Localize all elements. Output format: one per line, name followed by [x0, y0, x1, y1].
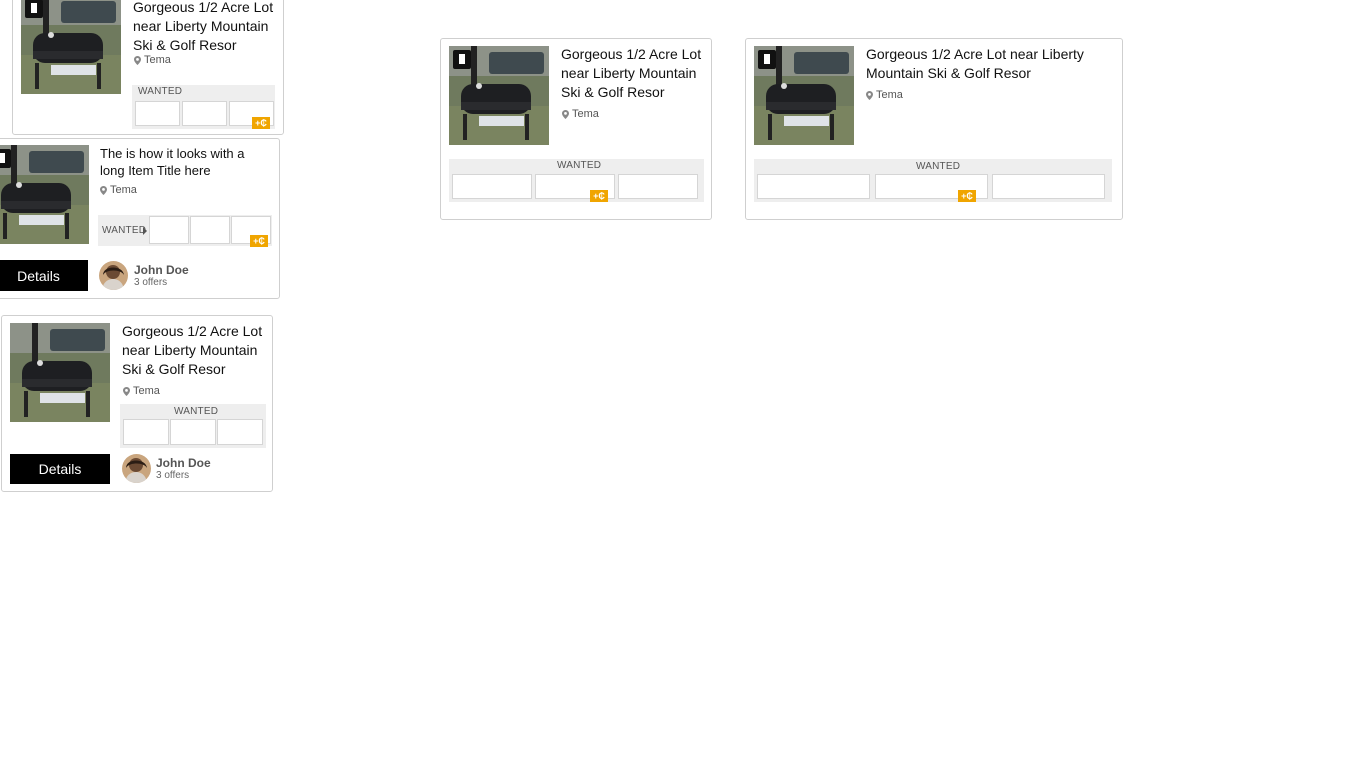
wanted-label: WANTED — [916, 161, 961, 172]
user-name[interactable]: John Doe — [134, 263, 189, 277]
wanted-label: WANTED — [557, 160, 602, 171]
listing-location: Tema — [134, 54, 171, 66]
wanted-label: WANTED — [102, 225, 147, 236]
wanted-slot[interactable] — [217, 419, 263, 445]
listing-title[interactable]: Gorgeous 1/2 Acre Lot near Liberty Mount… — [133, 0, 281, 55]
add-coin-badge-icon[interactable]: +₵ — [958, 190, 976, 202]
user-name[interactable]: John Doe — [156, 456, 211, 470]
bookmark-icon[interactable] — [758, 50, 776, 69]
location-label: Tema — [876, 89, 903, 101]
wanted-slot[interactable] — [452, 174, 532, 199]
listing-title[interactable]: Gorgeous 1/2 Acre Lot near Liberty Mount… — [122, 322, 270, 379]
listing-location: Tema — [866, 89, 903, 101]
location-pin-icon — [866, 90, 873, 100]
wanted-slot[interactable] — [170, 419, 216, 445]
listing-location: Tema — [100, 184, 137, 196]
details-button[interactable]: Details — [10, 454, 110, 484]
listing-title[interactable]: The is how it looks with a long Item Tit… — [100, 145, 270, 179]
bookmark-icon[interactable] — [453, 50, 471, 69]
avatar[interactable] — [99, 261, 128, 290]
add-coin-badge-icon[interactable]: +₵ — [252, 117, 270, 129]
location-label: Tema — [144, 54, 171, 66]
wanted-panel: WANTED +₵ — [132, 85, 275, 129]
listing-image[interactable] — [10, 323, 110, 422]
wanted-slot[interactable] — [757, 174, 870, 199]
details-button[interactable]: Details — [0, 260, 88, 291]
wanted-slot[interactable] — [149, 216, 189, 244]
wanted-slot[interactable] — [992, 174, 1105, 199]
wanted-slot[interactable] — [123, 419, 169, 445]
listing-title[interactable]: Gorgeous 1/2 Acre Lot near Liberty Mount… — [866, 45, 1106, 83]
wanted-slot[interactable] — [618, 174, 698, 199]
wanted-slot[interactable] — [135, 101, 180, 126]
listing-image[interactable] — [0, 145, 89, 244]
location-pin-icon — [100, 185, 107, 195]
avatar[interactable] — [122, 454, 151, 483]
wanted-slot[interactable] — [190, 216, 230, 244]
listing-card[interactable]: Gorgeous 1/2 Acre Lot near Liberty Mount… — [1, 315, 273, 492]
listing-location: Tema — [562, 108, 599, 120]
listing-card[interactable]: Gorgeous 1/2 Acre Lot near Liberty Mount… — [440, 38, 712, 220]
listing-title[interactable]: Gorgeous 1/2 Acre Lot near Liberty Mount… — [561, 45, 709, 102]
listing-card[interactable]: Gorgeous 1/2 Acre Lot near Liberty Mount… — [12, 0, 284, 135]
offer-count: 3 offers — [156, 470, 190, 481]
listing-image[interactable] — [449, 46, 549, 145]
add-coin-badge-icon[interactable]: +₵ — [250, 235, 268, 247]
wanted-label: WANTED — [174, 406, 219, 417]
wanted-panel: WANTED — [120, 404, 266, 448]
bookmark-icon[interactable] — [25, 0, 43, 18]
add-coin-badge-icon[interactable]: +₵ — [590, 190, 608, 202]
wanted-label: WANTED — [138, 86, 183, 97]
location-pin-icon — [134, 55, 141, 65]
wanted-panel: WANTED +₵ — [754, 159, 1112, 202]
location-pin-icon — [562, 109, 569, 119]
listing-card[interactable]: Gorgeous 1/2 Acre Lot near Liberty Mount… — [745, 38, 1123, 220]
listing-location: Tema — [123, 385, 160, 397]
offer-count: 3 offers — [134, 277, 168, 288]
location-pin-icon — [123, 386, 130, 396]
listing-image[interactable] — [21, 0, 121, 94]
listing-image[interactable] — [754, 46, 854, 145]
bookmark-icon[interactable] — [0, 149, 11, 168]
wanted-panel: WANTED +₵ — [449, 159, 704, 202]
listing-card[interactable]: The is how it looks with a long Item Tit… — [0, 138, 280, 299]
location-label: Tema — [110, 184, 137, 196]
location-label: Tema — [572, 108, 599, 120]
location-label: Tema — [133, 385, 160, 397]
wanted-slot[interactable] — [182, 101, 227, 126]
wanted-panel: WANTED +₵ — [98, 215, 272, 247]
chevron-right-icon — [143, 227, 147, 235]
